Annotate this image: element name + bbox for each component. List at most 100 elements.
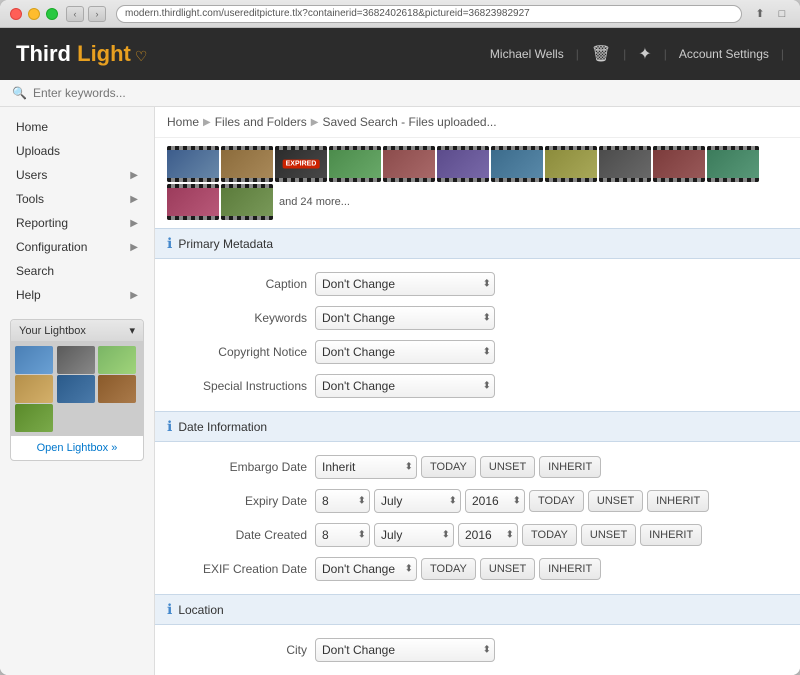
embargo-date-row: Embargo Date Inherit Set Date Don't Chan… [155, 450, 800, 484]
breadcrumb-home[interactable]: Home [167, 115, 199, 129]
expiry-unset-button[interactable]: UNSET [588, 490, 643, 512]
date-created-unset-button[interactable]: UNSET [581, 524, 636, 546]
exif-unset-button[interactable]: UNSET [480, 558, 535, 580]
share-icon[interactable]: ⬆ [752, 6, 768, 22]
open-lightbox-link[interactable]: Open Lightbox » [11, 436, 143, 460]
special-instructions-label: Special Instructions [167, 379, 307, 393]
account-settings-link[interactable]: Account Settings [679, 47, 769, 61]
exif-date-row: EXIF Creation Date Don't Change Set Date… [155, 552, 800, 586]
city-select[interactable]: Don't Change Set Value Clear [315, 638, 495, 662]
embargo-controls: Inherit Set Date Don't Change TODAY UNSE… [315, 455, 601, 479]
expiry-today-button[interactable]: TODAY [529, 490, 584, 512]
breadcrumb-sep-1: ▶ [203, 117, 211, 128]
copyright-select[interactable]: Don't Change Set Value Clear [315, 340, 495, 364]
title-bar: ‹ › modern.thirdlight.com/usereditpictur… [0, 0, 800, 28]
caption-select[interactable]: Don't Change Set Value Clear [315, 272, 495, 296]
date-information-form: Embargo Date Inherit Set Date Don't Chan… [155, 442, 800, 594]
user-name[interactable]: Michael Wells [490, 47, 564, 61]
thumbnail-expired[interactable]: EXPIRED [275, 146, 327, 182]
thumbnail-1[interactable] [167, 146, 219, 182]
caption-row: Caption Don't Change Set Value Clear [155, 267, 800, 301]
exif-select[interactable]: Don't Change Set Date [315, 557, 417, 581]
exif-today-button[interactable]: TODAY [421, 558, 476, 580]
sidebar-item-help[interactable]: Help ▶ [0, 283, 154, 307]
date-created-row: Date Created 8 July [155, 518, 800, 552]
lightbox-grid [11, 342, 143, 436]
thumbnail-10[interactable] [707, 146, 759, 182]
date-created-year-select[interactable]: 2016 [458, 523, 518, 547]
thumbnail-8[interactable] [599, 146, 651, 182]
thumbnail-6[interactable] [491, 146, 543, 182]
breadcrumb-files[interactable]: Files and Folders [215, 115, 307, 129]
expiry-year-select[interactable]: 2016 [465, 489, 525, 513]
toolbar-icons: ⬆ □ [752, 6, 790, 22]
configuration-arrow-icon: ▶ [130, 242, 138, 253]
expiry-month-select[interactable]: July JanuaryFebruaryMarch AprilMayJune A… [374, 489, 461, 513]
minimize-button[interactable] [28, 8, 40, 20]
expiry-label: Expiry Date [167, 494, 307, 508]
forward-button[interactable]: › [88, 6, 106, 22]
thumbnail-7[interactable] [545, 146, 597, 182]
exif-inherit-button[interactable]: INHERIT [539, 558, 601, 580]
exif-label: EXIF Creation Date [167, 562, 307, 576]
more-images-text: and 24 more... [279, 196, 350, 208]
embargo-select[interactable]: Inherit Set Date Don't Change [315, 455, 417, 479]
embargo-today-button[interactable]: TODAY [421, 456, 476, 478]
sidebar-item-tools[interactable]: Tools ▶ [0, 187, 154, 211]
sidebar-item-reporting[interactable]: Reporting ▶ [0, 211, 154, 235]
thumbnail-12[interactable] [221, 184, 273, 220]
breadcrumb: Home ▶ Files and Folders ▶ Saved Search … [155, 107, 800, 138]
special-instructions-select[interactable]: Don't Change Set Value Clear [315, 374, 495, 398]
date-created-inherit-button[interactable]: INHERIT [640, 524, 702, 546]
logo-third: Third [16, 41, 71, 67]
thumbnail-5[interactable] [437, 146, 489, 182]
bookmark-icon[interactable]: □ [774, 6, 790, 22]
lightbox-thumb-7 [15, 404, 53, 432]
lightbox-thumb-4 [15, 375, 53, 403]
date-information-title: Date Information [178, 420, 267, 434]
sidebar-item-users[interactable]: Users ▶ [0, 163, 154, 187]
sidebar-item-search[interactable]: Search [0, 259, 154, 283]
copyright-select-wrapper: Don't Change Set Value Clear [315, 340, 495, 364]
lightbox-thumb-1 [15, 346, 53, 374]
exif-controls: Don't Change Set Date TODAY UNSET INHERI… [315, 557, 601, 581]
thumbnail-9[interactable] [653, 146, 705, 182]
thumbnail-3[interactable] [329, 146, 381, 182]
date-created-controls: 8 July 2016 TODA [315, 523, 702, 547]
sidebar-item-uploads[interactable]: Uploads [0, 139, 154, 163]
back-button[interactable]: ‹ [66, 6, 84, 22]
date-created-day-select[interactable]: 8 [315, 523, 370, 547]
expiry-day-select[interactable]: 8 [315, 489, 370, 513]
expiry-inherit-button[interactable]: INHERIT [647, 490, 709, 512]
address-bar[interactable]: modern.thirdlight.com/usereditpicture.tl… [116, 5, 742, 23]
thumbnail-2[interactable] [221, 146, 273, 182]
lightbox-thumb-2 [57, 346, 95, 374]
embargo-unset-button[interactable]: UNSET [480, 456, 535, 478]
location-title: Location [178, 603, 223, 617]
sidebar-item-configuration[interactable]: Configuration ▶ [0, 235, 154, 259]
maximize-button[interactable] [46, 8, 58, 20]
keywords-select[interactable]: Don't Change Set Value Clear [315, 306, 495, 330]
date-information-section-header: ℹ Date Information [155, 411, 800, 442]
close-button[interactable] [10, 8, 22, 20]
copyright-row: Copyright Notice Don't Change Set Value … [155, 335, 800, 369]
date-created-label: Date Created [167, 528, 307, 542]
dropbox-icon[interactable]: ✦ [638, 44, 651, 64]
sidebar: Home Uploads Users ▶ Tools ▶ Reporting ▶… [0, 107, 155, 675]
keywords-label: Keywords [167, 311, 307, 325]
date-created-month-select[interactable]: July [374, 523, 454, 547]
trash-icon[interactable]: 🗑 [591, 44, 611, 64]
thumbnail-4[interactable] [383, 146, 435, 182]
search-input[interactable] [33, 86, 233, 100]
embargo-inherit-button[interactable]: INHERIT [539, 456, 601, 478]
search-bar: 🔍 [0, 80, 800, 107]
date-created-today-button[interactable]: TODAY [522, 524, 577, 546]
city-select-wrapper: Don't Change Set Value Clear [315, 638, 495, 662]
expired-badge: EXPIRED [283, 160, 320, 169]
lightbox-dropdown-icon[interactable]: ▾ [129, 324, 135, 337]
sidebar-item-home[interactable]: Home [0, 115, 154, 139]
thumbnail-11[interactable] [167, 184, 219, 220]
lightbox-header: Your Lightbox ▾ [11, 320, 143, 342]
logo: Third Light ♡ [16, 41, 147, 67]
primary-metadata-icon: ℹ [167, 235, 172, 252]
